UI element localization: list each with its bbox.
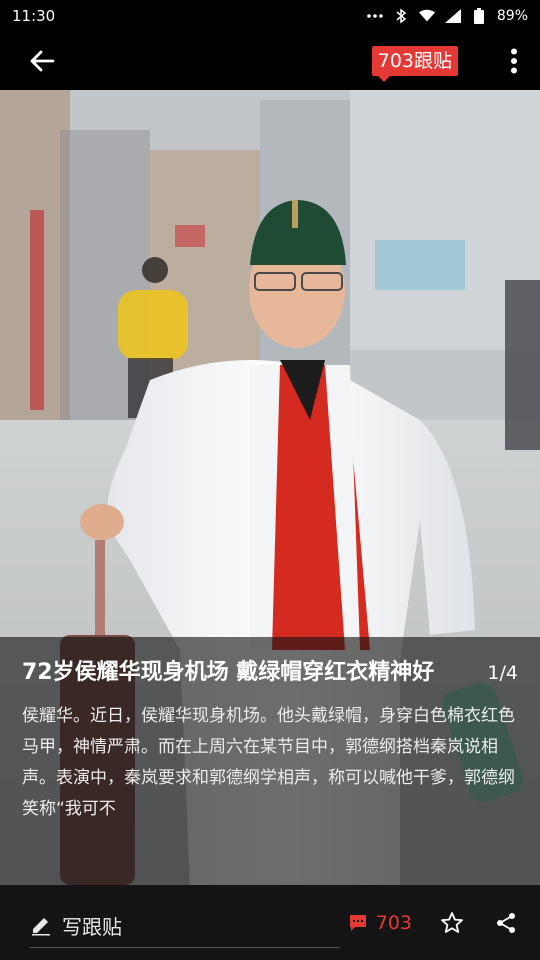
image-counter: 1/4 — [487, 662, 518, 684]
battery-icon — [471, 8, 487, 24]
status-icons: 89% — [367, 8, 528, 24]
caption-body: 侯耀华。近日，侯耀华现身机场。他头戴绿帽，身穿白色棉衣红色马甲，神情严肃。而在上… — [22, 706, 515, 819]
comment-count-badge[interactable]: 703跟贴 — [371, 45, 458, 83]
share-icon — [497, 912, 515, 933]
caption-panel: 72岁侯耀华现身机场 戴绿帽穿红衣精神好 1/4 侯耀华。近日，侯耀华现身机场。… — [0, 637, 540, 885]
comment-count-button[interactable]: 703 — [348, 912, 412, 934]
back-arrow-icon — [30, 50, 55, 72]
caption-title: 72岁侯耀华现身机场 戴绿帽穿红衣精神好 — [22, 660, 435, 685]
signal-icon — [444, 8, 461, 24]
comment-count: 703 — [375, 911, 412, 934]
write-reply-label: 写跟贴 — [62, 914, 122, 939]
back-button[interactable] — [24, 43, 60, 79]
top-bar: 703跟贴 — [0, 32, 540, 90]
bottom-bar: 写跟贴 703 — [0, 885, 540, 960]
more-dots-icon — [367, 8, 383, 24]
battery-percent: 89% — [496, 8, 528, 24]
star-icon — [441, 911, 463, 933]
pencil-icon — [32, 918, 50, 936]
bottom-actions: 703 — [348, 909, 520, 937]
wifi-icon — [418, 8, 435, 24]
bluetooth-icon — [393, 8, 409, 24]
top-actions: 703跟贴 — [371, 43, 526, 83]
write-reply-input[interactable]: 写跟贴 — [30, 904, 340, 948]
comment-icon — [349, 914, 366, 931]
overflow-menu-icon — [511, 48, 517, 74]
share-button[interactable] — [492, 909, 520, 937]
status-time: 11:30 — [12, 7, 56, 25]
overflow-menu-button[interactable] — [502, 43, 526, 79]
status-bar: 11:30 89% — [0, 0, 540, 32]
favorite-button[interactable] — [438, 909, 466, 937]
